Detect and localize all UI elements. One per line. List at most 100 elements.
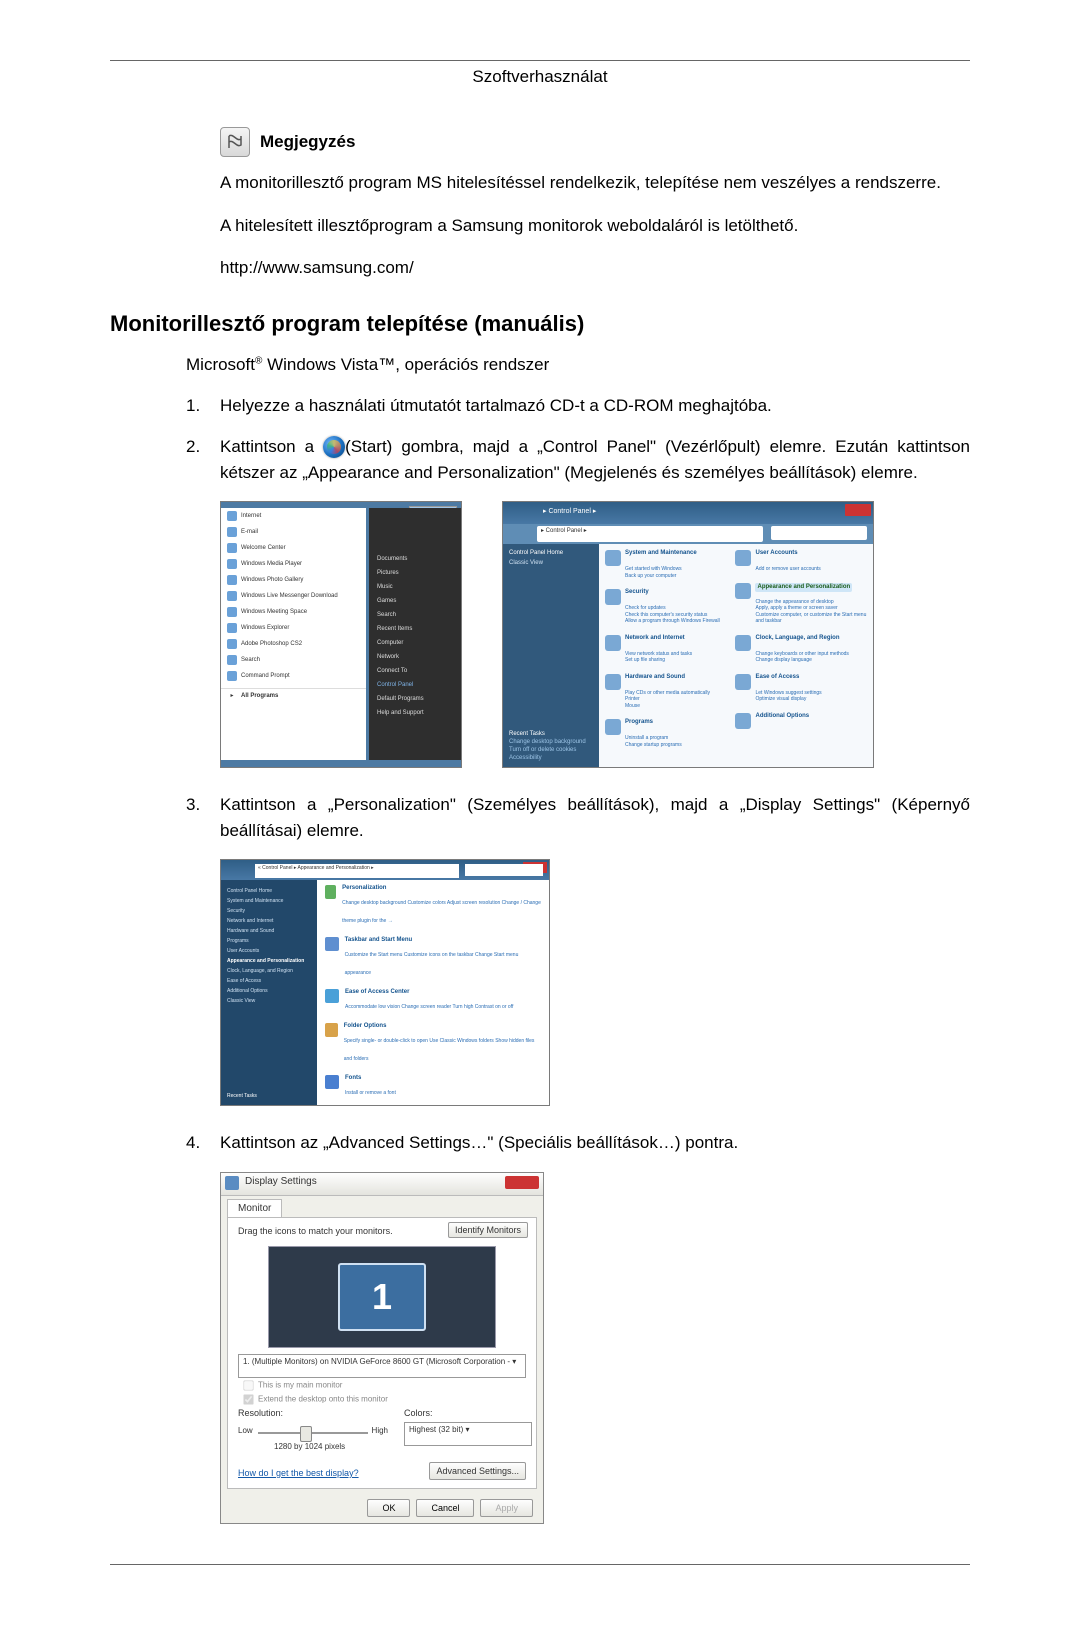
os-pre: Microsoft bbox=[186, 355, 255, 374]
startmenu-right-item: Control Panel bbox=[369, 678, 461, 692]
os-line: Microsoft® Windows Vista™, operációs ren… bbox=[186, 355, 970, 375]
page-header: Szoftverhasználat bbox=[110, 67, 970, 87]
advanced-settings-button: Advanced Settings... bbox=[429, 1462, 526, 1480]
step-2-number: 2. bbox=[186, 434, 220, 485]
startmenu-item: Command Prompt bbox=[221, 668, 366, 684]
startmenu-item: Welcome Center bbox=[221, 540, 366, 556]
cpanel-link: Allow a program through Windows Firewall bbox=[625, 618, 737, 625]
search-input bbox=[771, 526, 867, 540]
colors-label: Colors: bbox=[404, 1408, 433, 1418]
personalize-side-item: Clock, Language, and Region bbox=[227, 966, 323, 976]
step-4-text: Kattintson az „Advanced Settings…" (Spec… bbox=[220, 1130, 970, 1156]
personalize-item: PersonalizationChange desktop background… bbox=[317, 880, 549, 932]
cpanel-link: Optimize visual display bbox=[755, 696, 867, 703]
slider-low: Low bbox=[238, 1426, 253, 1435]
screenshot-display-settings: Display Settings Monitor Drag the icons … bbox=[220, 1172, 544, 1524]
startmenu-right-item: Recent Items bbox=[369, 622, 461, 636]
cpanel-recent-item: Change desktop background bbox=[509, 739, 605, 745]
step-2-pre: Kattintson a bbox=[220, 437, 323, 456]
search-input bbox=[465, 864, 543, 876]
startmenu-right-item: Default Programs bbox=[369, 692, 461, 706]
cpanel-category: User AccountsAdd or remove user accounts bbox=[735, 550, 867, 573]
cpanel-titlebar: ▸ Control Panel ▸ bbox=[543, 507, 596, 515]
startmenu-item: Windows Media Player bbox=[221, 556, 366, 572]
step-2-text: Kattintson a (Start) gombra, majd a „Con… bbox=[220, 434, 970, 485]
startmenu-right-item: Computer bbox=[369, 636, 461, 650]
personalize-item: Ease of Access CenterAccommodate low vis… bbox=[317, 984, 549, 1018]
slider-high: High bbox=[372, 1426, 388, 1435]
step-3-number: 3. bbox=[186, 792, 220, 843]
personalize-item: Taskbar and Start MenuCustomize the Star… bbox=[317, 932, 549, 984]
dialog-icon bbox=[225, 1176, 239, 1190]
cpanel-breadcrumb: ▸ Control Panel ▸ bbox=[537, 526, 763, 542]
all-programs: ▸All Programs bbox=[221, 688, 366, 702]
startmenu-item: Windows Live Messenger Download bbox=[221, 588, 366, 604]
cpanel-recent-label: Recent Tasks bbox=[509, 731, 605, 737]
startmenu-right-item: Connect To bbox=[369, 664, 461, 678]
cpanel-category: Ease of AccessLet Windows suggest settin… bbox=[735, 674, 867, 703]
cpanel-category: Clock, Language, and RegionChange keyboa… bbox=[735, 635, 867, 664]
cancel-button: Cancel bbox=[416, 1499, 474, 1517]
apply-button: Apply bbox=[480, 1499, 533, 1517]
personalize-recent-label: Recent Tasks bbox=[227, 1093, 323, 1099]
cpanel-category: Network and InternetView network status … bbox=[605, 635, 737, 664]
note-icon bbox=[220, 127, 250, 157]
startmenu-right-item: Network bbox=[369, 650, 461, 664]
startmenu-item: Windows Photo Gallery bbox=[221, 572, 366, 588]
personalize-side-item: Classic View bbox=[227, 996, 323, 1006]
startmenu-item: Windows Meeting Space bbox=[221, 604, 366, 620]
startmenu-item: Internet bbox=[221, 508, 366, 524]
section-heading: Monitorillesztő program telepítése (manu… bbox=[110, 311, 970, 337]
step-3-text: Kattintson a „Personalization" (Személye… bbox=[220, 792, 970, 843]
colors-select: Highest (32 bit) ▾ bbox=[404, 1422, 532, 1446]
startmenu-item: E-mail bbox=[221, 524, 366, 540]
resolution-value: 1280 by 1024 pixels bbox=[274, 1442, 345, 1451]
personalize-item: Windows Sidebar PropertiesAdd gadgets to… bbox=[317, 1104, 549, 1106]
startmenu-right-item: Search bbox=[369, 608, 461, 622]
close-icon bbox=[505, 1176, 539, 1189]
cpanel-link: Back up your computer bbox=[625, 573, 737, 580]
personalize-side-item: Additional Options bbox=[227, 986, 323, 996]
note-label: Megjegyzés bbox=[260, 132, 355, 152]
cpanel-category: System and MaintenanceGet started with W… bbox=[605, 550, 737, 579]
personalize-side-item: System and Maintenance bbox=[227, 896, 323, 906]
cpanel-link: Change startup programs bbox=[625, 742, 737, 749]
dialog-title: Display Settings bbox=[245, 1176, 317, 1187]
personalize-side-item: Programs bbox=[227, 936, 323, 946]
note-url: http://www.samsung.com/ bbox=[220, 256, 970, 281]
extend-desktop-check: Extend the desktop onto this monitor bbox=[238, 1390, 388, 1409]
identify-monitors-button: Identify Monitors bbox=[448, 1222, 528, 1238]
startmenu-item: Windows Explorer bbox=[221, 620, 366, 636]
cpanel-link: Change display language bbox=[755, 657, 867, 664]
cpanel-recent-item: Turn off or delete cookies bbox=[509, 747, 605, 753]
personalize-item: FontsInstall or remove a font bbox=[317, 1070, 549, 1104]
screenshot-start-menu: InternetE-mailWelcome CenterWindows Medi… bbox=[220, 501, 462, 768]
personalize-side-item: Hardware and Sound bbox=[227, 926, 323, 936]
cpanel-recent-item: Accessibility bbox=[509, 755, 605, 761]
personalize-side-item: Ease of Access bbox=[227, 976, 323, 986]
tab-monitor: Monitor bbox=[227, 1199, 282, 1217]
personalize-side-item: Network and Internet bbox=[227, 916, 323, 926]
screenshot-personalization: « Control Panel ▸ Appearance and Persona… bbox=[220, 859, 550, 1106]
startmenu-item: Search bbox=[221, 652, 366, 668]
close-icon bbox=[845, 504, 871, 516]
step-1-number: 1. bbox=[186, 393, 220, 419]
startmenu-right-item: Games bbox=[369, 594, 461, 608]
startmenu-right-item: Music bbox=[369, 580, 461, 594]
personalize-side-item: Control Panel Home bbox=[227, 886, 323, 896]
cpanel-link: Set up file sharing bbox=[625, 657, 737, 664]
personalize-side-item: Appearance and Personalization bbox=[227, 956, 323, 966]
screenshot-control-panel: ▸ Control Panel ▸ ▸ Control Panel ▸ Cont… bbox=[502, 501, 874, 768]
cpanel-side-home: Control Panel Home bbox=[509, 550, 605, 556]
step-4-number: 4. bbox=[186, 1130, 220, 1156]
start-orb-icon bbox=[323, 436, 345, 458]
personalize-side-item: User Accounts bbox=[227, 946, 323, 956]
step-1-text: Helyezze a használati útmutatót tartalma… bbox=[220, 393, 970, 419]
cpanel-category: Appearance and PersonalizationChange the… bbox=[735, 583, 867, 625]
monitor-preview: 1 bbox=[268, 1246, 496, 1348]
cpanel-side-classic: Classic View bbox=[509, 560, 605, 566]
note-paragraph-2: A hitelesített illesztőprogram a Samsung… bbox=[220, 214, 970, 239]
personalize-item: Folder OptionsSpecify single- or double-… bbox=[317, 1018, 549, 1070]
startmenu-right-item: Documents bbox=[369, 552, 461, 566]
cpanel-link: Customize computer, or customize the Sta… bbox=[755, 612, 867, 625]
